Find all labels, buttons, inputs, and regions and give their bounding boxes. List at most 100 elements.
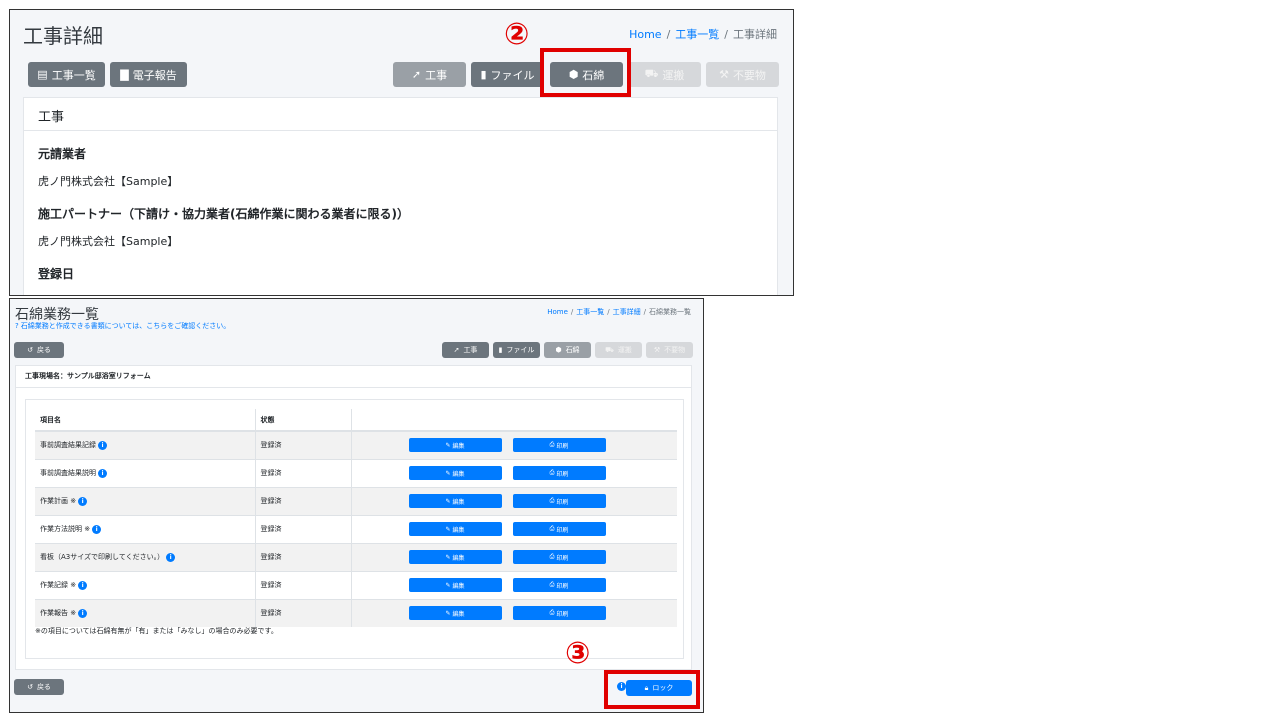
task-status: 登録済 (254, 598, 351, 627)
tab-koji[interactable]: ➚ 工事 (442, 342, 489, 358)
printer-icon: ⎙ (549, 441, 555, 449)
print-button[interactable]: ⎙ 印刷 (512, 522, 606, 536)
task-table-container: 項目名 状態 事前調査結果記録 i 登録済 ✎ 編集 ⎙ 印刷 事前調査結果説明 i 登録済 ✎ 編集… (25, 399, 684, 659)
info-icon[interactable]: i (78, 608, 88, 618)
edit-button[interactable]: ✎ 編集 (408, 578, 502, 592)
edit-button[interactable]: ✎ 編集 (408, 606, 502, 621)
info-icon[interactable]: i (92, 524, 102, 534)
truck-icon: ⛟ (644, 67, 659, 80)
edit-button[interactable]: ✎ 編集 (408, 494, 502, 508)
table-note: ※の項目については石綿有無が「有」または「みなし」の場合のみ必要です。 (35, 627, 278, 635)
tab-waste[interactable]: ⚒ 不要物 (706, 62, 779, 87)
printer-icon: ⎙ (549, 525, 555, 532)
back-button-bottom[interactable]: ↺ 戻る (14, 679, 64, 695)
tab-waste[interactable]: ⚒ 不要物 (646, 342, 693, 358)
task-actions: ✎ 編集 ⎙ 印刷 (350, 458, 677, 487)
e-report-button[interactable]: ▇ 電子報告 (110, 62, 187, 87)
truck-icon: ⛟ (605, 345, 614, 354)
info-icon[interactable]: i (98, 468, 107, 478)
breadcrumb-current: 石綿業務一覧 (649, 308, 691, 316)
task-actions: ✎ 編集 ⎙ 印刷 (350, 486, 677, 515)
task-actions: ✎ 編集 ⎙ 印刷 (350, 542, 677, 571)
printer-icon: ⎙ (549, 581, 555, 588)
info-icon[interactable]: i (166, 552, 176, 562)
koji-card: 工事 元請業者 虎ノ門株式会社【Sample】 施工パートナー（下請け・協力業者… (23, 97, 778, 295)
tab-transport[interactable]: ⛟ 運搬 (628, 62, 701, 87)
footer: ↺ 戻る i 🔒︎ ロック (10, 672, 703, 712)
table-row: 作業計画 ※ i 登録済 ✎ 編集 ⎙ 印刷 (35, 486, 677, 515)
info-icon[interactable]: i (78, 580, 88, 590)
printer-icon: ⎙ (549, 469, 555, 476)
tab-asbestos[interactable]: ⬢ 石綿 (544, 342, 591, 358)
document-icon: ▇ (120, 68, 129, 81)
breadcrumb-current: 工事詳細 (733, 28, 777, 41)
edit-icon: ✎ (445, 609, 451, 617)
breadcrumb-home[interactable]: Home (547, 308, 568, 316)
print-button[interactable]: ⎙ 印刷 (512, 438, 606, 453)
edit-button[interactable]: ✎ 編集 (408, 550, 502, 564)
task-status: 登録済 (254, 430, 351, 459)
highlight-asbestos-tab (540, 48, 631, 97)
edit-icon: ✎ (445, 469, 451, 477)
info-icon[interactable]: i (98, 440, 107, 450)
breadcrumb-koji-detail[interactable]: 工事詳細 (613, 307, 641, 317)
tab-transport[interactable]: ⛟ 運搬 (595, 342, 642, 358)
table-row: 作業報告 ※ i 登録済 ✎ 編集 ⎙ 印刷 (35, 598, 677, 627)
edit-button[interactable]: ✎ 編集 (408, 522, 502, 536)
edit-icon: ✎ (445, 581, 451, 589)
hammer-icon: ➚ (411, 68, 422, 81)
wrench-icon: ⚒ (653, 346, 661, 354)
tab-file[interactable]: ▮ ファイル (471, 62, 544, 87)
info-icon[interactable]: i (78, 496, 88, 506)
back-button[interactable]: ↺ 戻る (14, 342, 64, 358)
column-header: 項目名 (35, 409, 255, 432)
task-actions: ✎ 編集 ⎙ 印刷 (350, 598, 677, 627)
table-row: 事前調査結果記録 i 登録済 ✎ 編集 ⎙ 印刷 (35, 430, 677, 459)
printer-icon: ⎙ (549, 609, 555, 617)
asbestos-task-table: 項目名 状態 事前調査結果記録 i 登録済 ✎ 編集 ⎙ 印刷 事前調査結果説明 i 登録済 ✎ 編集… (35, 409, 677, 627)
breadcrumb-koji-list[interactable]: 工事一覧 (675, 26, 719, 42)
field-value: 虎ノ門株式会社【Sample】 (38, 235, 179, 248)
field-label: 元請業者 (38, 147, 87, 161)
table-row: 作業方法説明 ※ i 登録済 ✎ 編集 ⎙ 印刷 (35, 514, 677, 543)
task-name-cell: 事前調査結果記録 i (35, 430, 255, 459)
site-name: 工事現場名：サンプル邸浴室リフォーム (16, 366, 691, 388)
edit-button[interactable]: ✎ 編集 (408, 466, 502, 480)
edit-icon: ✎ (445, 441, 451, 449)
task-status: 登録済 (254, 514, 351, 543)
column-header (350, 409, 677, 432)
print-button[interactable]: ⎙ 印刷 (512, 550, 606, 564)
koji-list-button[interactable]: ▤ 工事一覧 (28, 62, 105, 87)
asbestos-icon: ⬢ (555, 346, 562, 354)
printer-icon: ⎙ (549, 497, 555, 504)
edit-button[interactable]: ✎ 編集 (408, 438, 502, 453)
card-header: 工事 (24, 98, 777, 131)
breadcrumb-koji-list[interactable]: 工事一覧 (576, 307, 604, 317)
undo-icon: ↺ (27, 683, 33, 691)
help-link[interactable]: ? 石綿業務と作成できる書類については、こちらをご確認ください。 (15, 321, 230, 331)
page-title: 工事詳細 (23, 24, 103, 48)
print-button[interactable]: ⎙ 印刷 (512, 494, 606, 508)
edit-icon: ✎ (445, 497, 451, 505)
print-button[interactable]: ⎙ 印刷 (512, 466, 606, 480)
edit-icon: ✎ (445, 525, 451, 533)
breadcrumb: Home / 工事一覧 / 工事詳細 (629, 26, 777, 42)
column-header: 状態 (254, 409, 351, 432)
task-name-cell: 作業報告 ※ i (35, 598, 255, 627)
table-row: 作業記録 ※ i 登録済 ✎ 編集 ⎙ 印刷 (35, 570, 677, 599)
task-name-cell: 作業方法説明 ※ i (35, 514, 255, 543)
file-icon: ▮ (480, 68, 487, 81)
field-value: 虎ノ門株式会社【Sample】 (38, 175, 179, 188)
asbestos-list-panel: 石綿業務一覧 ? 石綿業務と作成できる書類については、こちらをご確認ください。 H… (9, 298, 704, 713)
breadcrumb-home[interactable]: Home (629, 28, 661, 41)
tab-file[interactable]: ▮ ファイル (493, 342, 540, 358)
tab-koji[interactable]: ➚ 工事 (393, 62, 466, 87)
field-label: 登録日 (38, 267, 75, 281)
print-button[interactable]: ⎙ 印刷 (512, 606, 606, 621)
undo-icon: ↺ (27, 346, 33, 354)
print-button[interactable]: ⎙ 印刷 (512, 578, 606, 592)
question-icon: ? (15, 322, 19, 330)
breadcrumb: Home / 工事一覧 / 工事詳細 / 石綿業務一覧 (547, 307, 691, 317)
list-icon: ▤ (37, 68, 48, 81)
hammer-icon: ➚ (453, 346, 460, 354)
